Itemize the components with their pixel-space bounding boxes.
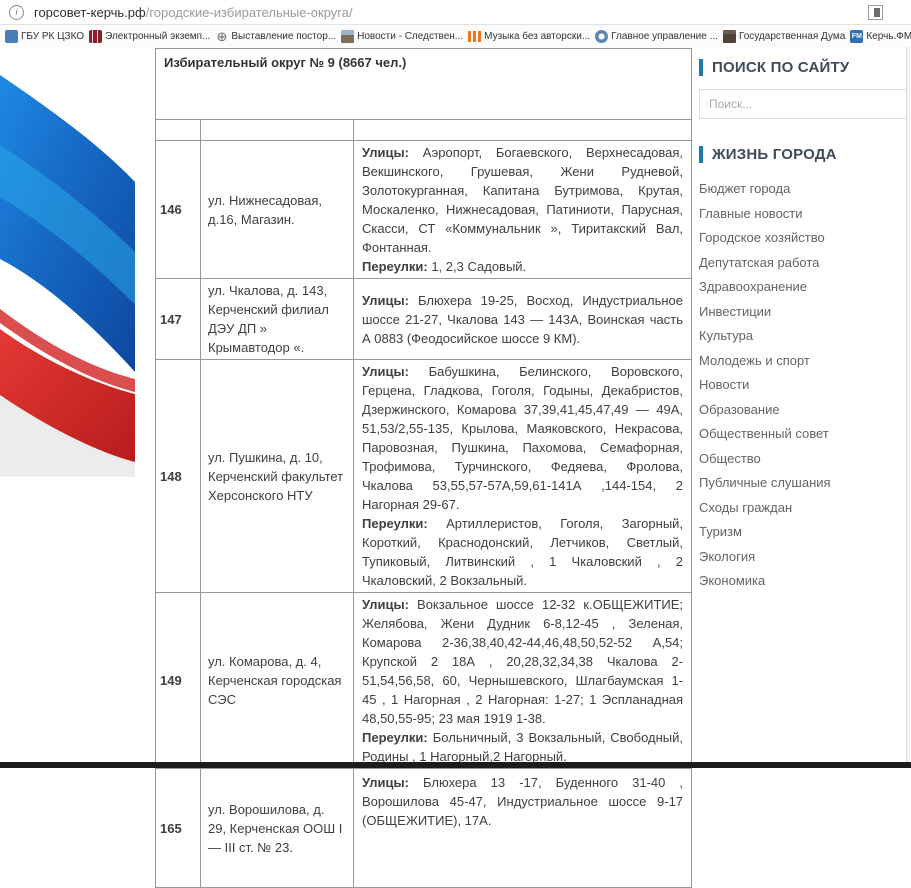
table-row: 147ул. Чкалова, д. 143, Керченский филиа… — [156, 279, 692, 360]
bookmarks-bar: ГБУ РК ЦЗКО Электронный экземп... ⊕Выставл… — [0, 25, 911, 48]
polling-station-address: ул. Нижнесадовая, д.16, Магазин. — [201, 141, 354, 279]
parliament-icon — [723, 30, 736, 43]
district-number: 165 — [156, 769, 201, 888]
bookmark-item[interactable]: Музыка без авторски... — [468, 31, 590, 42]
bookmark-flag-icon[interactable] — [868, 5, 883, 20]
sidebar-link[interactable]: Общественный совет — [699, 422, 909, 447]
url-host: горсовет-керчь.рф — [34, 5, 146, 20]
district-streets: Улицы: Блюхера 13 -17, Буденного 31-40 ,… — [354, 769, 692, 888]
bookmark-label: Музыка без авторски... — [484, 31, 590, 42]
sidebar-link[interactable]: Молодежь и спорт — [699, 349, 909, 374]
sidebar-link[interactable]: Образование — [699, 398, 909, 423]
search-input[interactable] — [699, 89, 909, 119]
sidebar: ПОИСК ПО САЙТУ ЖИЗНЬ ГОРОДА Бюджет город… — [699, 59, 909, 594]
bookmark-item[interactable]: ⊕Выставление постор... — [215, 30, 336, 43]
sidebar-link[interactable]: Общество — [699, 447, 909, 472]
bookmark-label: Электронный экземп... — [105, 31, 210, 42]
sidebar-link[interactable]: Здравоохранение — [699, 275, 909, 300]
polling-station-address: ул. Пушкина, д. 10, Керченский факультет… — [201, 360, 354, 593]
district-streets: Улицы: Аэропорт, Богаевского, Верхнесадо… — [354, 141, 692, 279]
flag-ribbon-decoration — [0, 47, 135, 477]
bookmark-label: ГБУ РК ЦЗКО — [21, 31, 84, 42]
district-streets: Улицы: Вокзальное шоссе 12-32 к.ОБЩЕЖИТИ… — [354, 593, 692, 769]
search-section-title-text: ПОИСК ПО САЙТУ — [712, 59, 849, 76]
info-icon[interactable]: i — [9, 5, 24, 20]
accent-bar — [699, 59, 703, 76]
bookmark-item[interactable]: FMКерчь.ФМ - вся прав.. — [850, 30, 911, 43]
bookmark-item[interactable]: Электронный экземп... — [89, 30, 210, 43]
district-number: 146 — [156, 141, 201, 279]
city-life-title: ЖИЗНЬ ГОРОДА — [699, 146, 909, 163]
sidebar-link[interactable]: Инвестиции — [699, 300, 909, 325]
fm-icon: FM — [850, 30, 863, 43]
bookmark-label: Государственная Дума — [739, 31, 845, 42]
district-number: 149 — [156, 593, 201, 769]
sidebar-link[interactable]: Сходы граждан — [699, 496, 909, 521]
districts-table-body: 146ул. Нижнесадовая, д.16, Магазин.Улицы… — [156, 141, 692, 888]
district-number: 148 — [156, 360, 201, 593]
bookmark-label: Выставление постор... — [231, 31, 336, 42]
sidebar-link[interactable]: Городское хозяйство — [699, 226, 909, 251]
scrollbar[interactable] — [906, 47, 911, 768]
city-life-nav: Бюджет городаГлавные новостиГородское хо… — [699, 177, 909, 594]
empty-cell — [201, 120, 354, 141]
book-icon — [89, 30, 102, 43]
empty-cell — [156, 120, 201, 141]
bookmark-item[interactable]: Государственная Дума — [723, 30, 845, 43]
district-streets: Улицы: Блюхера 19-25, Восход, Индустриал… — [354, 279, 692, 360]
search-section-title: ПОИСК ПО САЙТУ — [699, 59, 909, 76]
gov-building-icon — [5, 30, 18, 43]
table-row: 146ул. Нижнесадовая, д.16, Магазин.Улицы… — [156, 141, 692, 279]
table-row: 165ул. Ворошилова, д. 29, Керченская ООШ… — [156, 769, 692, 888]
sidebar-link[interactable]: Депутатская работа — [699, 251, 909, 276]
polling-station-address: ул. Комарова, д. 4, Керченская городская… — [201, 593, 354, 769]
sidebar-link[interactable]: Культура — [699, 324, 909, 349]
district-number: 147 — [156, 279, 201, 360]
bookmark-item[interactable]: Главное управление ... — [595, 30, 718, 43]
sidebar-link[interactable]: Туризм — [699, 520, 909, 545]
page-content: Избирательный округ № 9 (8667 чел.) 146у… — [0, 47, 911, 768]
sidebar-link[interactable]: Экология — [699, 545, 909, 570]
empty-row — [156, 120, 692, 141]
url-text[interactable]: горсовет-керчь.рф/городские-избирательны… — [34, 5, 353, 20]
table-row: 148ул. Пушкина, д. 10, Керченский факуль… — [156, 360, 692, 593]
photo-icon — [341, 30, 354, 43]
bookmark-item[interactable]: ГБУ РК ЦЗКО — [5, 30, 84, 43]
sidebar-link[interactable]: Публичные слушания — [699, 471, 909, 496]
url-path: /городские-избирательные-округа/ — [146, 5, 353, 20]
bookmark-label: Керчь.ФМ - вся прав.. — [866, 31, 911, 42]
sidebar-link[interactable]: Новости — [699, 373, 909, 398]
sidebar-link[interactable]: Бюджет города — [699, 177, 909, 202]
bookmark-item[interactable]: Новости - Следствен... — [341, 30, 463, 43]
polling-station-address: ул. Чкалова, д. 143, Керченский филиал Д… — [201, 279, 354, 360]
district-streets: Улицы: Бабушкина, Белинского, Воровского… — [354, 360, 692, 593]
empty-cell — [354, 120, 692, 141]
equalizer-icon — [468, 31, 481, 42]
polling-station-address: ул. Ворошилова, д. 29, Керченская ООШ I … — [201, 769, 354, 888]
sidebar-link[interactable]: Главные новости — [699, 202, 909, 227]
city-life-title-text: ЖИЗНЬ ГОРОДА — [712, 146, 837, 163]
bookmark-label: Новости - Следствен... — [357, 31, 463, 42]
address-bar[interactable]: i горсовет-керчь.рф/городские-избиратель… — [0, 0, 911, 25]
sidebar-link[interactable]: Экономика — [699, 569, 909, 594]
accent-bar — [699, 146, 703, 163]
emblem-icon — [595, 30, 608, 43]
bookmark-label: Главное управление ... — [611, 31, 718, 42]
district-group-header: Избирательный округ № 9 (8667 чел.) — [156, 49, 692, 120]
globe-icon: ⊕ — [215, 30, 228, 43]
taskbar-edge — [0, 762, 911, 768]
table-row: 149ул. Комарова, д. 4, Керченская городс… — [156, 593, 692, 769]
